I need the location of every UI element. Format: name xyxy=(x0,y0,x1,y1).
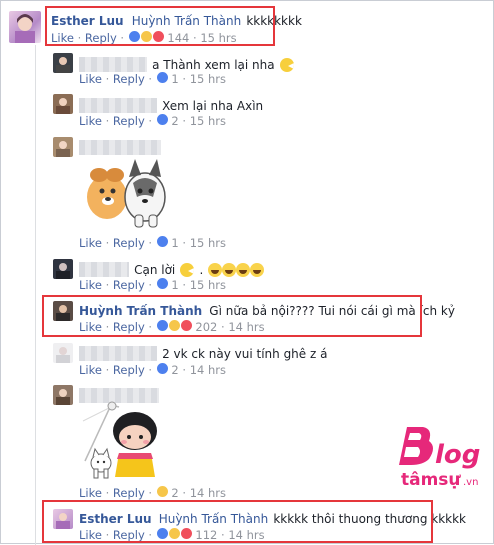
avatar-photo xyxy=(56,57,70,73)
highlight-box xyxy=(42,500,433,543)
girl-cat-sticker-image xyxy=(82,401,157,479)
like-reaction-icon xyxy=(155,235,169,248)
avatar[interactable] xyxy=(53,385,73,405)
avatar[interactable] xyxy=(53,137,73,157)
timestamp[interactable]: 14 hrs xyxy=(190,486,226,500)
reaction-count: 2 xyxy=(171,363,179,377)
avatar[interactable] xyxy=(9,11,41,43)
reply-link[interactable]: Reply xyxy=(113,363,145,377)
blurred-name xyxy=(79,346,157,361)
like-link[interactable]: Like xyxy=(79,114,102,128)
haha-reaction-icon xyxy=(155,485,169,498)
comment-text: Cạn lời . xyxy=(79,259,265,278)
reply-link[interactable]: Reply xyxy=(113,278,145,292)
svg-text:tâmsự: tâmsự xyxy=(401,470,461,490)
comment-text: 2 vk ck này vui tính ghê z á xyxy=(79,343,327,362)
svg-text:.vn: .vn xyxy=(463,477,478,488)
comment-actions: Like · Reply · 2 · 14 hrs xyxy=(79,485,226,500)
blog-watermark-logo: log tâmsự .vn xyxy=(393,419,489,493)
laughing-emoji-icon xyxy=(236,263,251,277)
avatar-photo xyxy=(15,14,35,43)
comment-actions: Like · Reply · 2 · 14 hrs xyxy=(79,362,226,377)
like-link[interactable]: Like xyxy=(79,363,102,377)
svg-text:log: log xyxy=(435,440,480,470)
comment-actions: Like · Reply · 1 · 15 hrs xyxy=(79,71,226,86)
comment-body: 2 vk ck này vui tính ghê z á xyxy=(162,347,328,361)
like-link[interactable]: Like xyxy=(79,236,102,250)
timestamp[interactable]: 15 hrs xyxy=(190,236,226,250)
dog-sticker[interactable] xyxy=(79,153,175,231)
reaction-count: 1 xyxy=(171,72,179,86)
blog-logo-graphic: log tâmsự .vn xyxy=(399,427,480,490)
blurred-name xyxy=(79,98,157,113)
comment-actions: Like · Reply · 1 · 15 hrs xyxy=(79,277,226,292)
blurred-name xyxy=(79,262,129,277)
comment-text: Xem lại nha Axìn xyxy=(79,95,263,114)
like-link[interactable]: Like xyxy=(79,72,102,86)
avatar[interactable] xyxy=(53,94,73,114)
dog-sticker-image xyxy=(87,159,166,228)
avatar-photo xyxy=(56,141,70,157)
pacman-emoji-icon xyxy=(279,58,294,72)
avatar[interactable] xyxy=(53,343,73,363)
like-reaction-icon xyxy=(155,362,169,375)
like-reaction-icon xyxy=(155,277,169,290)
timestamp[interactable]: 15 hrs xyxy=(190,72,226,86)
highlight-box xyxy=(45,6,275,46)
thread-line xyxy=(35,45,36,545)
comment-body: Cạn lời xyxy=(134,263,176,277)
comment-actions: Like · Reply · 1 · 15 hrs xyxy=(79,235,226,250)
reaction-count: 1 xyxy=(171,278,179,292)
avatar[interactable] xyxy=(53,259,73,279)
laughing-emoji-icon xyxy=(250,263,265,277)
highlight-box xyxy=(42,295,422,337)
like-link[interactable]: Like xyxy=(79,486,102,500)
timestamp[interactable]: 14 hrs xyxy=(190,363,226,377)
comment-body: a Thành xem lại nha xyxy=(152,58,275,72)
avatar-photo xyxy=(56,98,70,114)
timestamp[interactable]: 15 hrs xyxy=(190,278,226,292)
reply-link[interactable]: Reply xyxy=(113,486,145,500)
reply-link[interactable]: Reply xyxy=(113,114,145,128)
laughing-emoji-icon xyxy=(208,263,223,277)
avatar-photo xyxy=(56,389,70,405)
laughing-emoji-icon xyxy=(222,263,237,277)
reaction-count: 2 xyxy=(171,486,179,500)
reaction-count: 1 xyxy=(171,236,179,250)
pacman-emoji-icon xyxy=(180,263,195,277)
reply-link[interactable]: Reply xyxy=(113,72,145,86)
comment-body: Xem lại nha Axìn xyxy=(162,99,264,113)
reply-link[interactable]: Reply xyxy=(113,236,145,250)
avatar[interactable] xyxy=(53,53,73,73)
comment-actions: Like · Reply · 2 · 15 hrs xyxy=(79,113,226,128)
reaction-count: 2 xyxy=(171,114,179,128)
like-link[interactable]: Like xyxy=(79,278,102,292)
blurred-name xyxy=(79,57,147,72)
timestamp[interactable]: 15 hrs xyxy=(190,114,226,128)
like-reaction-icon xyxy=(155,113,169,126)
like-reaction-icon xyxy=(155,71,169,84)
comment-thread: Esther Luu Huỳnh Trấn Thành kkkkkkkk Lik… xyxy=(0,0,494,545)
girl-cat-sticker[interactable] xyxy=(79,401,165,481)
avatar-photo xyxy=(56,347,70,363)
avatar-photo xyxy=(56,263,70,279)
